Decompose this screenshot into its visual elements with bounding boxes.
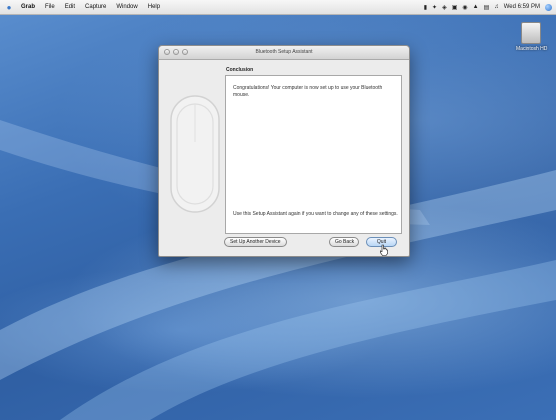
menu-file[interactable]: File — [40, 4, 60, 10]
volume-icon[interactable]: ♫ — [494, 4, 499, 10]
go-back-button[interactable]: Go Back — [329, 237, 359, 247]
window-titlebar[interactable]: Bluetooth Setup Assistant — [159, 46, 409, 60]
conclusion-message: Congratulations! Your computer is now se… — [233, 85, 383, 98]
menu-app-grab[interactable]: Grab — [16, 4, 40, 10]
sync-icon[interactable]: ◉ — [462, 4, 467, 11]
apple-menu-icon[interactable]: ● — [2, 3, 16, 12]
spotlight-icon[interactable] — [545, 3, 552, 11]
menu-bar: ● Grab File Edit Capture Window Help ▮ ✦… — [0, 0, 556, 15]
setup-again-hint: Use this Setup Assistant again if you wa… — [233, 211, 398, 217]
menu-help[interactable]: Help — [143, 4, 165, 10]
menu-window[interactable]: Window — [111, 4, 142, 10]
script-icon[interactable]: ▮ — [424, 4, 427, 11]
section-heading: Conclusion — [226, 67, 254, 73]
setup-assistant-window: Bluetooth Setup Assistant Conclusion Con… — [158, 45, 410, 257]
wifi-icon[interactable]: ◈ — [442, 4, 447, 11]
menu-edit[interactable]: Edit — [60, 4, 80, 10]
content-panel: Congratulations! Your computer is now se… — [225, 75, 402, 234]
mouse-illustration-icon — [170, 95, 220, 213]
menu-clock[interactable]: Wed 6:59 PM — [504, 4, 540, 10]
set-up-another-device-button[interactable]: Set Up Another Device — [224, 237, 287, 247]
eject-icon[interactable]: ▲ — [473, 4, 479, 10]
window-title: Bluetooth Setup Assistant — [255, 49, 313, 55]
menu-extras: ▮ ✦ ◈ ▣ ◉ ▲ ▤ ♫ Wed 6:59 PM — [424, 0, 552, 14]
display-icon[interactable]: ▣ — [452, 4, 458, 11]
bluetooth-icon[interactable]: ✦ — [432, 4, 437, 11]
input-menu-icon[interactable]: ▤ — [484, 4, 490, 11]
menu-capture[interactable]: Capture — [80, 4, 111, 10]
hard-drive-desktop-icon[interactable]: Macintosh HD — [516, 22, 548, 52]
pointer-hand-icon — [380, 244, 388, 256]
hard-drive-icon — [521, 22, 541, 44]
hard-drive-label: Macintosh HD — [516, 46, 548, 52]
